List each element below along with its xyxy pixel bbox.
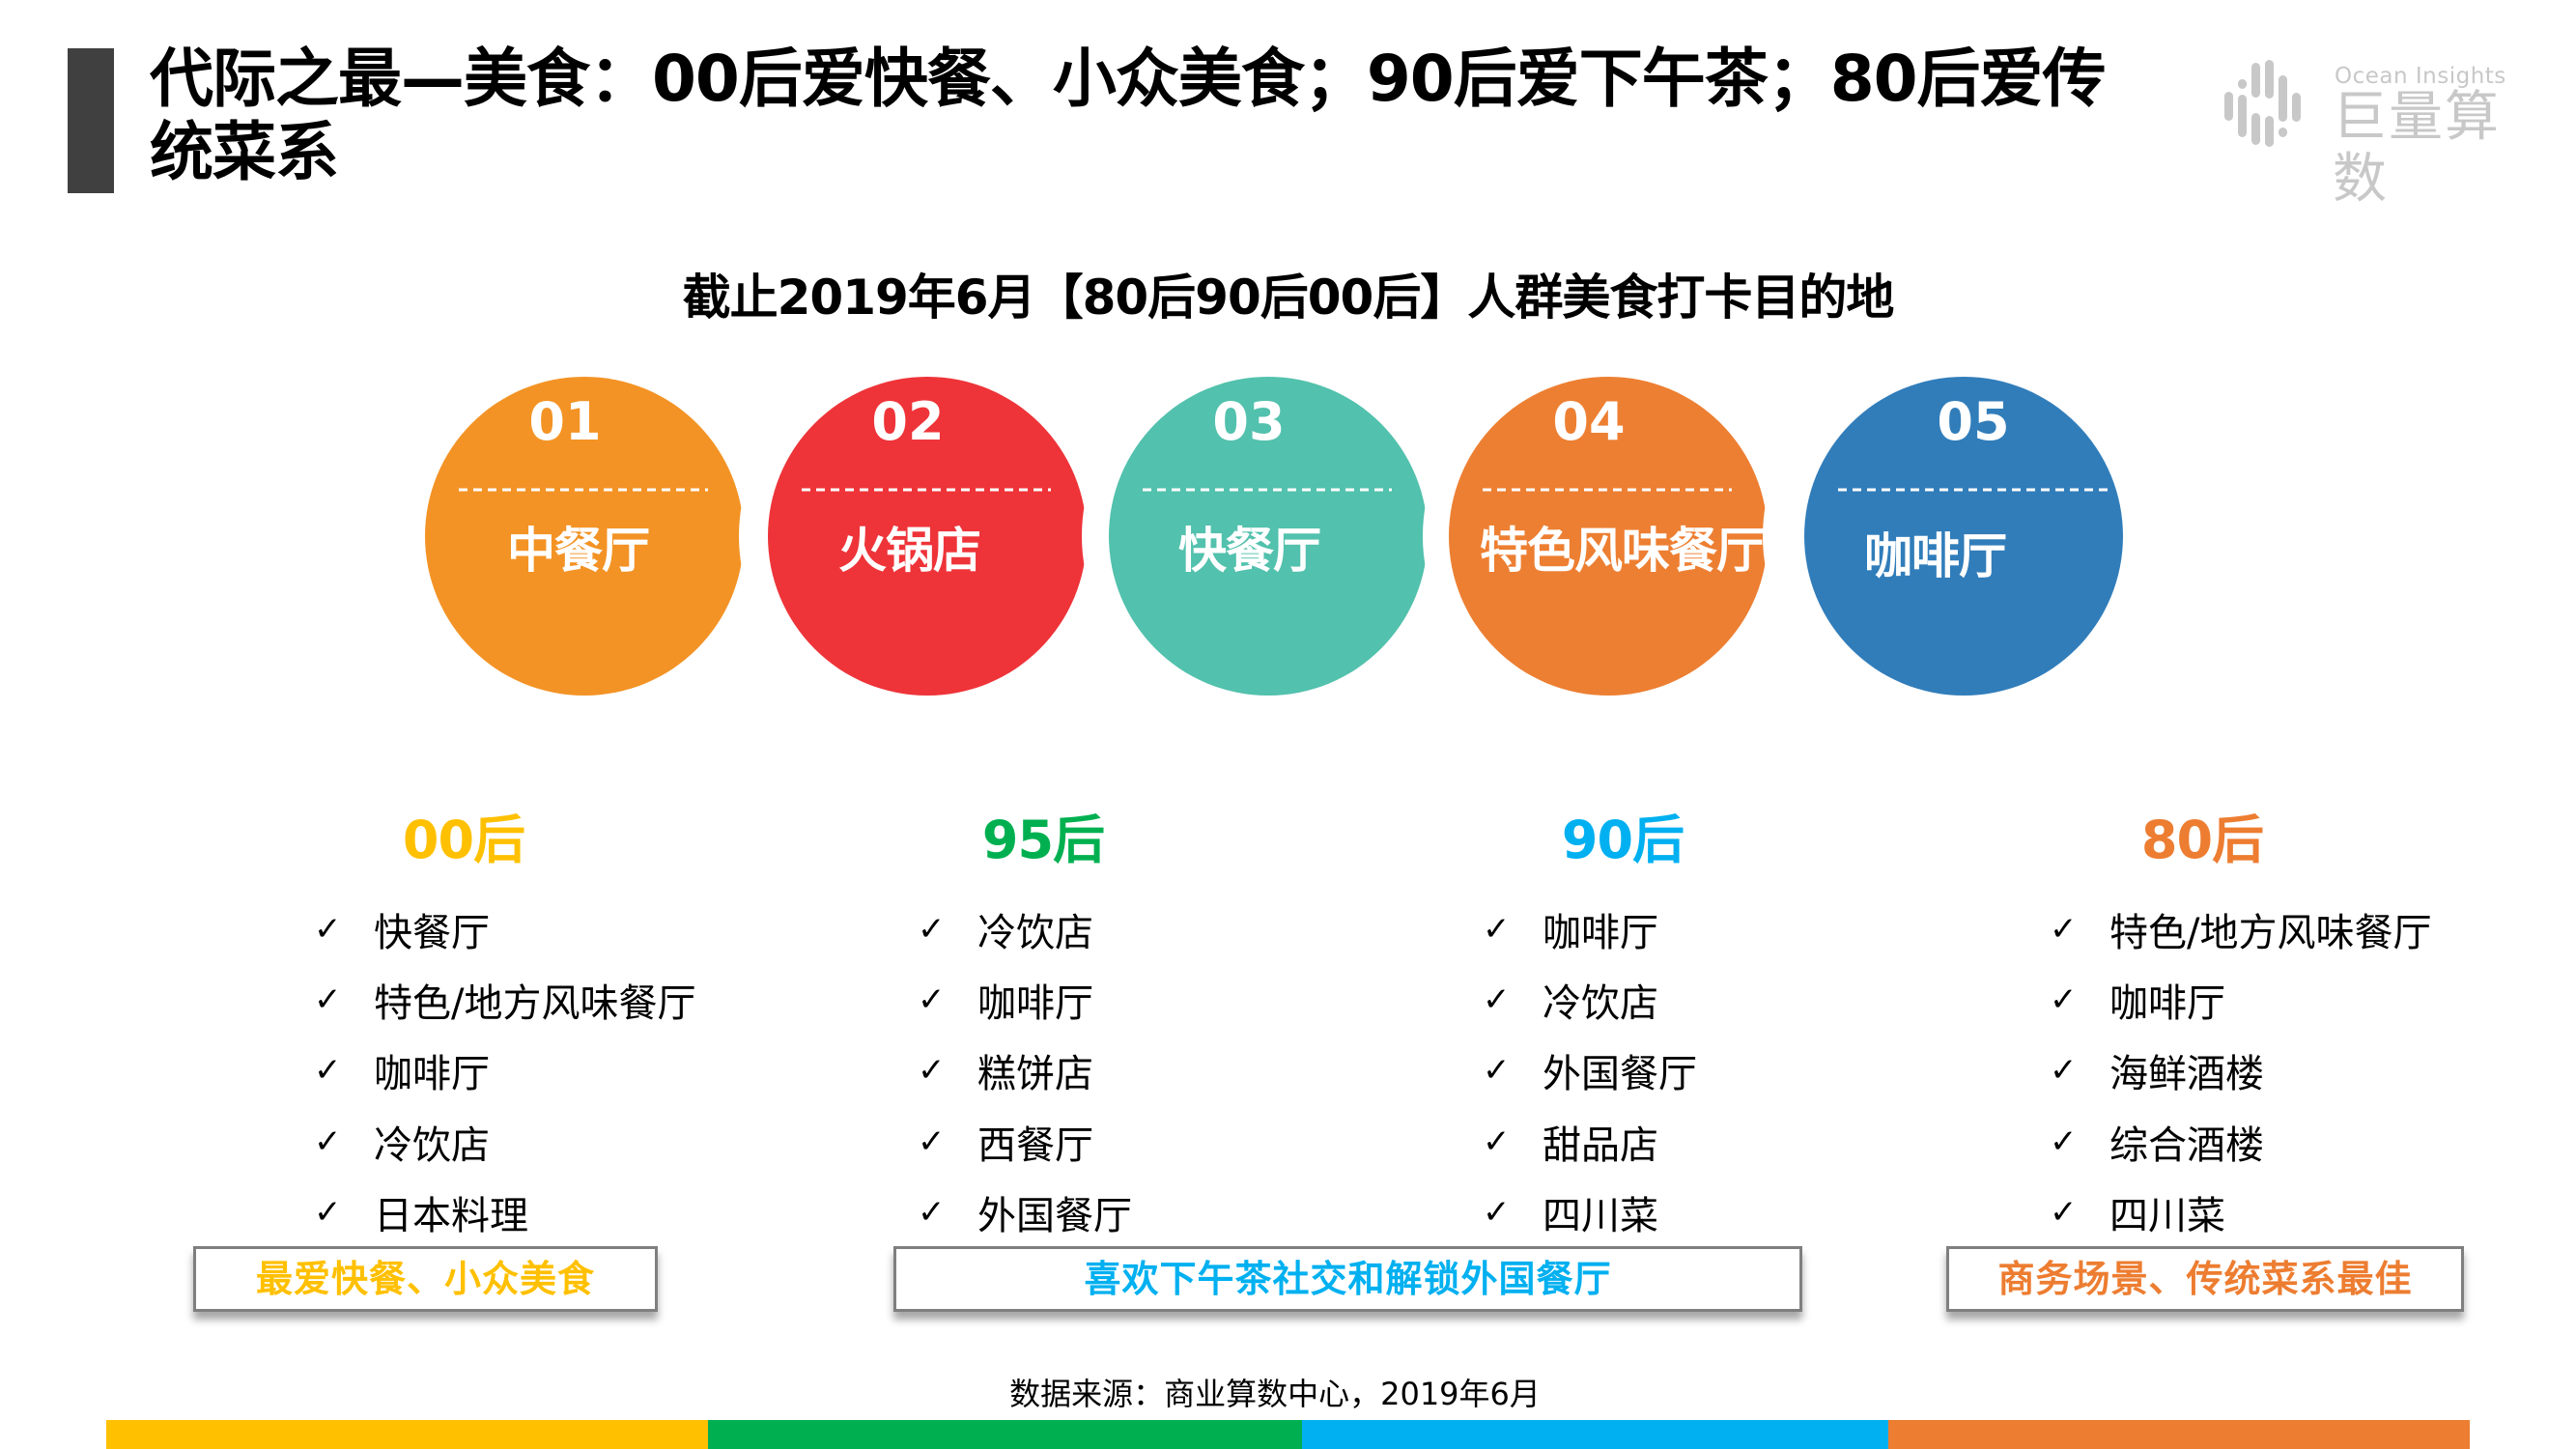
footer-segment-80	[1888, 1420, 2470, 1449]
check-icon: ✓	[1483, 1192, 1511, 1232]
check-icon: ✓	[314, 1051, 342, 1091]
check-icon: ✓	[918, 1051, 946, 1091]
summary-box-80: 商务场景、传统菜系最佳	[1946, 1246, 2464, 1312]
list-item: ✓ 咖啡厅	[314, 1036, 695, 1106]
gen-header-80: 80后	[2140, 810, 2264, 870]
title-accent-bar	[68, 48, 114, 193]
destination-label: 火锅店	[838, 523, 981, 579]
check-icon: ✓	[918, 909, 946, 949]
list-item: ✓ 糕饼店	[918, 1036, 1132, 1106]
list-item: ✓ 冷饮店	[1483, 964, 1697, 1035]
destination-rank: 04	[1552, 391, 1626, 452]
summary-box-00: 最爱快餐、小众美食	[193, 1246, 658, 1312]
check-icon: ✓	[1483, 1122, 1511, 1161]
logo-chinese-text: 巨量算数	[2333, 86, 2501, 211]
list-item-label: 特色/地方风味餐厅	[374, 980, 696, 1026]
list-item-label: 快餐厅	[374, 910, 490, 955]
destination-label: 快餐厅	[1178, 523, 1321, 579]
list-item: ✓ 外国餐厅	[918, 1177, 1132, 1247]
check-icon: ✓	[2050, 1051, 2078, 1091]
destination-rank: 05	[1937, 391, 2010, 452]
check-icon: ✓	[314, 1122, 342, 1161]
gen-header-95: 95后	[981, 810, 1105, 870]
check-icon: ✓	[314, 980, 342, 1019]
footer-color-bar	[106, 1420, 2470, 1449]
list-item-label: 日本料理	[374, 1193, 528, 1238]
footer-segment-95	[708, 1420, 1302, 1449]
destination-label: 中餐厅	[507, 523, 650, 579]
list-item: ✓ 西餐厅	[918, 1106, 1132, 1177]
list-item-label: 冷饮店	[374, 1122, 490, 1168]
list-item: ✓ 甜品店	[1483, 1106, 1697, 1177]
list-item-label: 甜品店	[1543, 1122, 1658, 1168]
gen-list-00: ✓ 快餐厅 ✓ 特色/地方风味餐厅 ✓ 咖啡厅 ✓ 冷饮店 ✓ 日本料理	[314, 894, 695, 1247]
gen-list-90: ✓ 咖啡厅 ✓ 冷饮店 ✓ 外国餐厅 ✓ 甜品店 ✓ 四川菜	[1483, 894, 1697, 1247]
list-item-label: 四川菜	[2109, 1193, 2225, 1238]
check-icon: ✓	[1483, 909, 1511, 949]
list-item-label: 海鲜酒楼	[2109, 1052, 2264, 1097]
check-icon: ✓	[1483, 1051, 1511, 1091]
list-item: ✓ 冷饮店	[918, 894, 1132, 964]
list-item: ✓ 咖啡厅	[2050, 964, 2431, 1035]
destination-rank: 01	[528, 391, 602, 452]
list-item-label: 糕饼店	[977, 1052, 1093, 1097]
gen-header-00: 00后	[402, 810, 525, 870]
list-item: ✓ 咖啡厅	[918, 964, 1132, 1035]
list-item: ✓ 综合酒楼	[2050, 1106, 2431, 1177]
list-item-label: 四川菜	[1543, 1193, 1658, 1238]
check-icon: ✓	[918, 1122, 946, 1161]
list-item-label: 特色/地方风味餐厅	[2109, 910, 2432, 955]
destination-rank: 03	[1212, 391, 1286, 452]
list-item: ✓ 外国餐厅	[1483, 1036, 1697, 1106]
summary-box-95-90: 喜欢下午茶社交和解锁外国餐厅	[893, 1246, 1802, 1312]
list-item-label: 外国餐厅	[1543, 1052, 1697, 1097]
gen-list-95: ✓ 冷饮店 ✓ 咖啡厅 ✓ 糕饼店 ✓ 西餐厅 ✓ 外国餐厅	[918, 894, 1132, 1247]
check-icon: ✓	[918, 1192, 946, 1232]
check-icon: ✓	[314, 909, 342, 949]
footer-segment-90	[1302, 1420, 1888, 1449]
list-item: ✓ 特色/地方风味餐厅	[2050, 894, 2431, 964]
check-icon: ✓	[2050, 1192, 2078, 1232]
list-item-label: 外国餐厅	[977, 1193, 1132, 1238]
list-item-label: 咖啡厅	[977, 980, 1093, 1026]
list-item-label: 冷饮店	[1543, 980, 1658, 1026]
list-item: ✓ 四川菜	[1483, 1177, 1697, 1247]
destination-label: 特色风味餐厅	[1480, 523, 1765, 579]
list-item-label: 冷饮店	[977, 910, 1093, 955]
footer-segment-00	[106, 1420, 708, 1449]
list-item-label: 咖啡厅	[374, 1052, 490, 1097]
ocean-insights-logo-icon	[2224, 60, 2301, 147]
list-item-label: 西餐厅	[977, 1122, 1093, 1168]
section-subtitle: 截止2019年6月【80后90后00后】人群美食打卡目的地	[682, 270, 1895, 326]
list-item: ✓ 海鲜酒楼	[2050, 1036, 2431, 1106]
check-icon: ✓	[1483, 980, 1511, 1019]
destination-rank: 02	[871, 391, 945, 452]
check-icon: ✓	[2050, 1122, 2078, 1161]
list-item-label: 咖啡厅	[2109, 980, 2225, 1026]
check-icon: ✓	[918, 980, 946, 1019]
page-title: 代际之最—美食：00后爱快餐、小众美食；90后爱下午茶；80后爱传统菜系	[150, 42, 2107, 189]
check-icon: ✓	[2050, 980, 2078, 1019]
destination-label: 咖啡厅	[1864, 528, 2007, 584]
data-source-note: 数据来源：商业算数中心，2019年6月	[1009, 1376, 1541, 1412]
gen-header-90: 90后	[1561, 810, 1684, 870]
check-icon: ✓	[2050, 909, 2078, 949]
list-item: ✓ 四川菜	[2050, 1177, 2431, 1247]
gen-list-80: ✓ 特色/地方风味餐厅 ✓ 咖啡厅 ✓ 海鲜酒楼 ✓ 综合酒楼 ✓ 四川菜	[2050, 894, 2431, 1247]
brand-logo: Ocean Insights 巨量算数	[2222, 58, 2555, 211]
list-item: ✓ 咖啡厅	[1483, 894, 1697, 964]
check-icon: ✓	[314, 1192, 342, 1232]
list-item: ✓ 日本料理	[314, 1177, 695, 1247]
list-item: ✓ 特色/地方风味餐厅	[314, 964, 695, 1035]
list-item-label: 咖啡厅	[1543, 910, 1658, 955]
list-item-label: 综合酒楼	[2109, 1122, 2264, 1168]
list-item: ✓ 冷饮店	[314, 1106, 695, 1177]
list-item: ✓ 快餐厅	[314, 894, 695, 964]
